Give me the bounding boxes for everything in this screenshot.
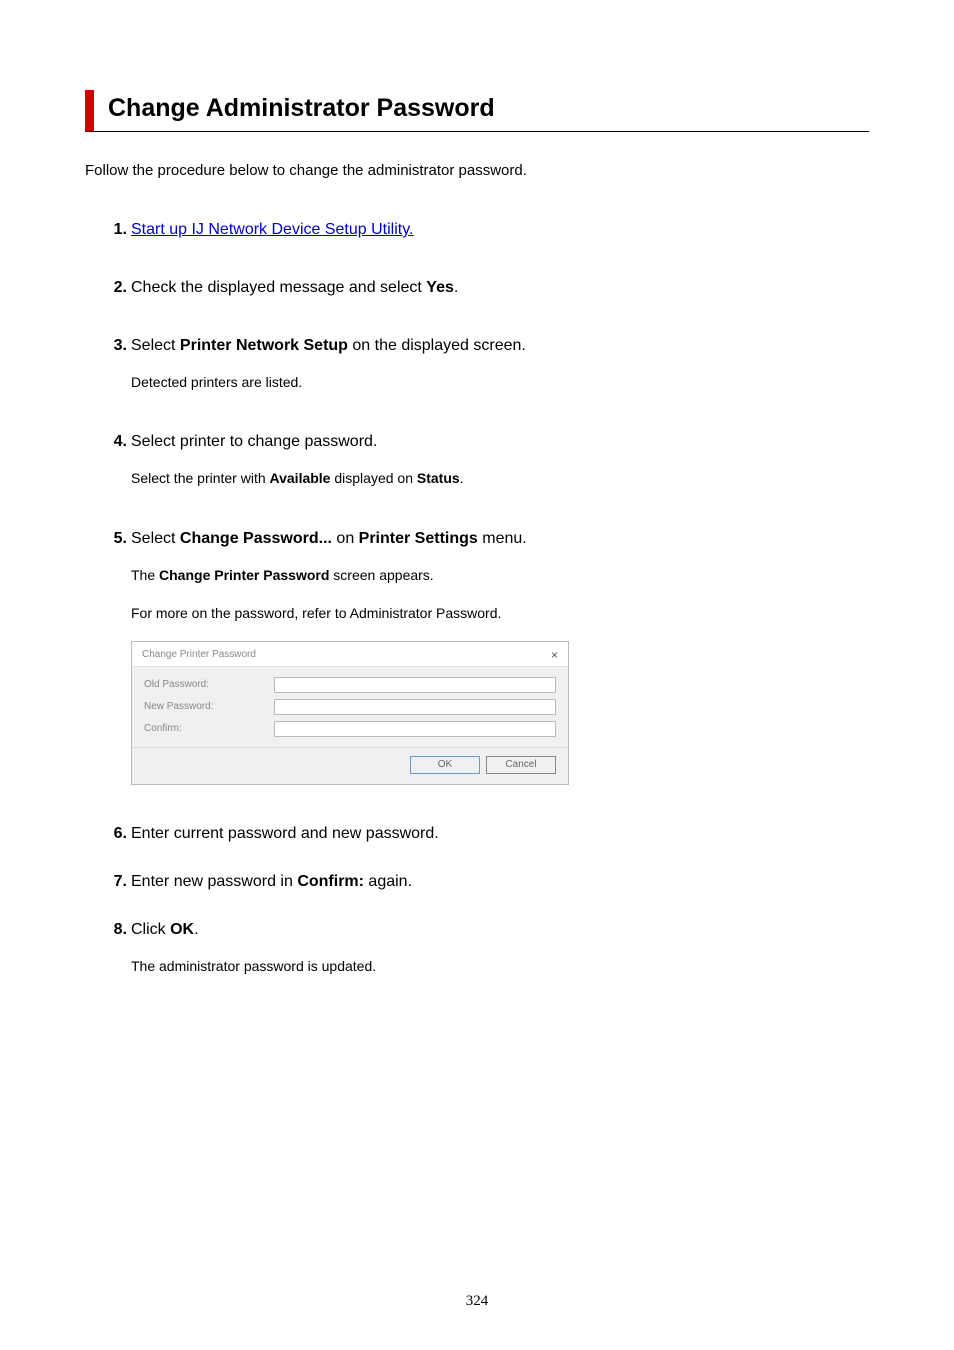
- step-1: 1. Start up IJ Network Device Setup Util…: [99, 221, 869, 239]
- new-password-input: [274, 699, 556, 715]
- dialog-screenshot: Change Printer Password × Old Password: …: [131, 641, 569, 785]
- step-text: Click OK.: [131, 921, 199, 938]
- step-text: Select Printer Network Setup on the disp…: [131, 337, 526, 354]
- dialog-titlebar: Change Printer Password ×: [132, 642, 568, 667]
- step-text: Enter current password and new password.: [131, 825, 439, 842]
- step-3: 3. Select Printer Network Setup on the d…: [99, 337, 869, 393]
- page-heading-bar: Change Administrator Password: [85, 90, 869, 132]
- dialog-body: Old Password: New Password: Confirm:: [132, 667, 568, 747]
- step-link-start-utility[interactable]: Start up IJ Network Device Setup Utility…: [131, 221, 413, 238]
- step-number: 1.: [99, 221, 127, 239]
- step-number: 4.: [99, 433, 127, 451]
- page-number: 324: [0, 1293, 954, 1310]
- step-6: 6. Enter current password and new passwo…: [99, 825, 869, 843]
- dialog-row-confirm: Confirm:: [144, 721, 556, 737]
- cancel-button: Cancel: [486, 756, 556, 774]
- step-text: Select printer to change password.: [131, 433, 377, 450]
- confirm-input: [274, 721, 556, 737]
- step-number: 6.: [99, 825, 127, 843]
- step-number: 3.: [99, 337, 127, 355]
- step-sub-text: The administrator password is updated.: [131, 955, 869, 977]
- step-text: Select Change Password... on Printer Set…: [131, 530, 527, 547]
- step-sub-text: Select the printer with Available displa…: [131, 467, 869, 489]
- new-password-label: New Password:: [144, 701, 274, 712]
- close-icon: ×: [551, 648, 558, 662]
- step-5: 5. Select Change Password... on Printer …: [99, 530, 869, 785]
- step-text: Check the displayed message and select Y…: [131, 279, 458, 296]
- old-password-input: [274, 677, 556, 693]
- steps-list: 1. Start up IJ Network Device Setup Util…: [85, 221, 869, 977]
- step-sub-text-2: For more on the password, refer to Admin…: [131, 602, 869, 624]
- step-number: 7.: [99, 873, 127, 891]
- step-2: 2. Check the displayed message and selec…: [99, 279, 869, 297]
- step-8: 8. Click OK. The administrator password …: [99, 921, 869, 977]
- step-number: 2.: [99, 279, 127, 297]
- ok-button: OK: [410, 756, 480, 774]
- step-number: 5.: [99, 530, 127, 548]
- step-sub-text: The Change Printer Password screen appea…: [131, 564, 869, 586]
- dialog-row-new: New Password:: [144, 699, 556, 715]
- dialog-title-text: Change Printer Password: [142, 649, 256, 660]
- step-7: 7. Enter new password in Confirm: again.: [99, 873, 869, 891]
- confirm-label: Confirm:: [144, 723, 274, 734]
- page-title: Change Administrator Password: [108, 94, 869, 123]
- step-sub-text: Detected printers are listed.: [131, 371, 869, 393]
- old-password-label: Old Password:: [144, 679, 274, 690]
- step-text: Enter new password in Confirm: again.: [131, 873, 412, 890]
- intro-text: Follow the procedure below to change the…: [85, 162, 869, 179]
- step-number: 8.: [99, 921, 127, 939]
- dialog-row-old: Old Password:: [144, 677, 556, 693]
- step-4: 4. Select printer to change password. Se…: [99, 433, 869, 489]
- dialog-buttons: OK Cancel: [132, 747, 568, 784]
